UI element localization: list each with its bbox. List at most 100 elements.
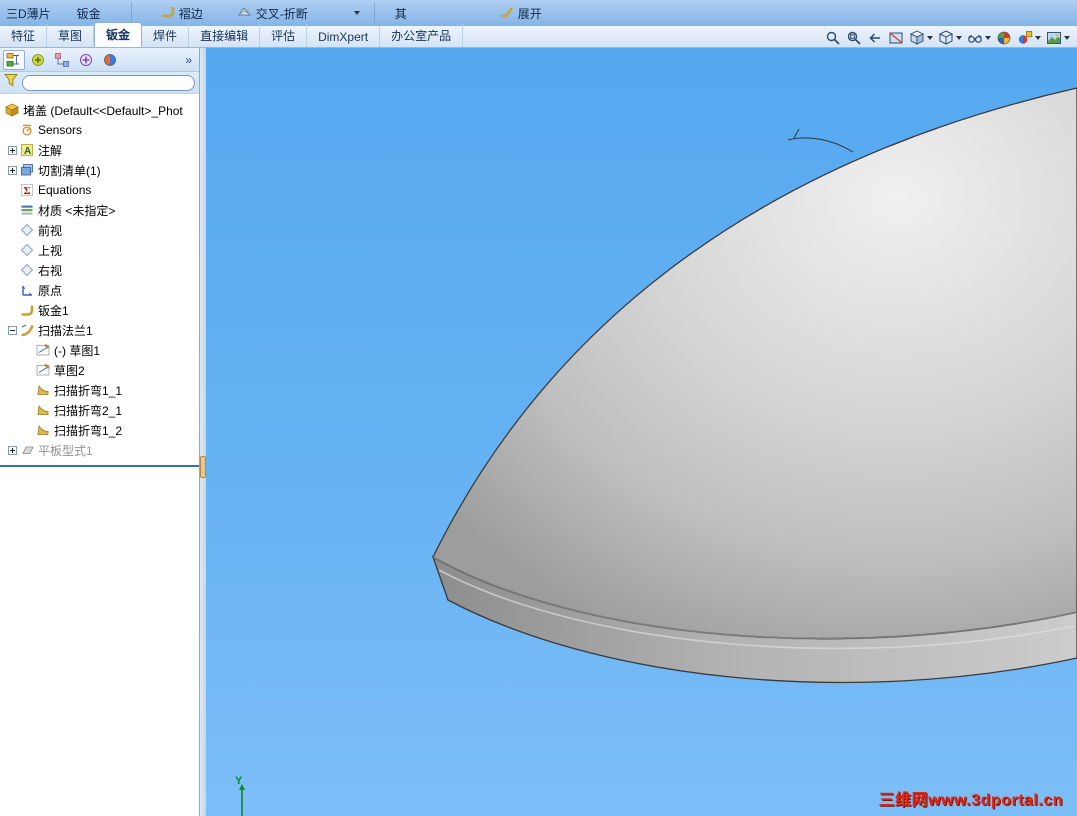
rollback-bar[interactable] (0, 465, 199, 467)
command-tab-bar: 特征 草图 钣金 焊件 直接编辑 评估 DimXpert 办公室产品 (0, 22, 1077, 48)
feature-tree: 堵盖 (Default<<Default>_Phot Sensors A 注解 … (0, 94, 199, 467)
annotations-icon: A (19, 143, 35, 158)
previous-view-icon[interactable] (866, 29, 884, 47)
ribbon-item-hem[interactable]: 褶边 (160, 4, 203, 22)
displaymanager-tab[interactable] (99, 50, 121, 70)
plane-icon (19, 263, 35, 278)
dropdown-caret-icon[interactable] (1035, 36, 1041, 40)
tab-features[interactable]: 特征 (0, 24, 48, 47)
tree-item-swept-flange1[interactable]: 扫描法兰1 (0, 320, 199, 340)
watermark-text: 三维网www.3dportal.cn (878, 792, 1063, 809)
flat-pattern-icon (19, 443, 35, 458)
tree-item-material[interactable]: 材质 <未指定> (0, 200, 199, 220)
tree-item-flat-pattern1[interactable]: 平板型式1 (0, 440, 199, 460)
surface-sketch-line (787, 128, 854, 153)
zoom-to-area-icon[interactable] (845, 29, 863, 47)
sketch-icon (35, 343, 51, 358)
swept-bend-icon (35, 383, 51, 398)
filter-funnel-icon (4, 73, 18, 92)
configurationmanager-tab[interactable] (51, 50, 73, 70)
plane-icon (19, 243, 35, 258)
tab-sketch[interactable]: 草图 (47, 24, 95, 47)
tree-item-sketch2[interactable]: 草图2 (0, 360, 199, 380)
panel-tab-overflow[interactable]: » (181, 53, 196, 67)
dropdown-caret-icon[interactable] (956, 36, 962, 40)
tree-item-right-plane[interactable]: 右视 (0, 260, 199, 280)
ribbon-strip: 三D薄片 钣金 褶边 交叉-折断 其 展开 (0, 0, 1077, 26)
expand-icon[interactable] (8, 445, 17, 455)
tab-sheet-metal[interactable]: 钣金 (94, 22, 143, 47)
ribbon-item-3d-sheet[interactable]: 三D薄片 (6, 5, 51, 22)
tree-item-part-root[interactable]: 堵盖 (Default<<Default>_Phot (0, 100, 199, 120)
ribbon-item-cross-break[interactable]: 交叉-折断 (237, 4, 308, 22)
expand-icon[interactable] (8, 145, 17, 155)
tab-evaluate[interactable]: 评估 (260, 24, 308, 47)
tree-item-sensors[interactable]: Sensors (0, 120, 199, 140)
tree-item-front-plane[interactable]: 前视 (0, 220, 199, 240)
apply-scene-icon[interactable] (1045, 29, 1071, 47)
tree-item-cut-list[interactable]: 切割清单(1) (0, 160, 199, 180)
dimxpertmanager-tab[interactable] (75, 50, 97, 70)
tree-item-swept-bend2-1[interactable]: 扫描折弯2_1 (0, 400, 199, 420)
edit-appearance-icon[interactable] (1016, 29, 1042, 47)
panel-tab-bar: » (0, 48, 199, 72)
tab-dimxpert[interactable]: DimXpert (307, 27, 381, 47)
tree-item-sheet-metal1[interactable]: 钣金1 (0, 300, 199, 320)
tree-item-swept-bend1-1[interactable]: 扫描折弯1_1 (0, 380, 199, 400)
cut-list-icon (19, 163, 35, 178)
display-style-icon[interactable] (937, 29, 963, 47)
ribbon-dropdown-caret-icon[interactable] (353, 11, 360, 15)
dropdown-caret-icon[interactable] (985, 36, 991, 40)
tree-item-label: 前视 (38, 223, 63, 238)
tree-item-label: (-) 草图1 (54, 343, 100, 358)
appearances-icon[interactable] (995, 29, 1013, 47)
swept-flange-icon (19, 323, 35, 338)
tree-item-top-plane[interactable]: 上视 (0, 240, 199, 260)
model-dome (432, 87, 1077, 640)
ribbon-item-other[interactable]: 其 (395, 5, 407, 22)
tree-item-label: 扫描折弯1_2 (54, 423, 123, 438)
tree-item-equations[interactable]: Σ Equations (0, 180, 199, 200)
featuremanager-tab[interactable] (3, 49, 25, 70)
tree-item-label: 草图2 (54, 363, 85, 378)
ribbon-separator (130, 3, 132, 23)
view-orientation-icon[interactable] (908, 29, 934, 47)
tree-item-annotations[interactable]: A 注解 (0, 140, 199, 160)
part-icon (4, 103, 20, 118)
tree-filter-input[interactable] (22, 74, 195, 91)
tab-direct-editing[interactable]: 直接编辑 (189, 24, 261, 47)
swept-bend-icon (35, 403, 51, 418)
tab-office-products[interactable]: 办公室产品 (380, 24, 464, 47)
tree-item-swept-bend1-2[interactable]: 扫描折弯1_2 (0, 420, 199, 440)
ribbon-item-label: 其 (394, 6, 407, 21)
orientation-triad: Y (235, 775, 245, 816)
tree-item-sketch1[interactable]: (-) 草图1 (0, 340, 199, 360)
zoom-to-fit-icon[interactable] (824, 29, 842, 47)
dropdown-caret-icon[interactable] (1064, 36, 1070, 40)
ribbon-item-unfold[interactable]: 展开 (499, 4, 542, 22)
ribbon-item-label: 交叉-折断 (255, 6, 308, 21)
3d-viewport[interactable]: Y 三维网www.3dportal.cn (206, 48, 1077, 816)
tab-weldments[interactable]: 焊件 (142, 24, 190, 47)
tree-item-label: 堵盖 (Default<<Default>_Phot (23, 103, 183, 118)
collapse-icon[interactable] (8, 325, 17, 335)
dropdown-caret-icon[interactable] (927, 36, 933, 40)
sheet-metal-icon (19, 303, 35, 318)
propertymanager-tab[interactable] (27, 50, 49, 70)
tree-filter-row (0, 72, 199, 94)
hem-icon (160, 4, 175, 22)
section-view-icon[interactable] (887, 29, 905, 47)
ribbon-item-label: 钣金 (76, 6, 101, 21)
hide-show-items-icon[interactable] (966, 29, 992, 47)
tree-item-label: Sensors (38, 123, 83, 137)
tree-item-label: 原点 (38, 283, 63, 298)
tree-item-origin[interactable]: 原点 (0, 280, 199, 300)
material-icon (19, 203, 35, 218)
tree-item-label: 注解 (38, 143, 63, 158)
tree-item-label: 右视 (38, 263, 63, 278)
expand-icon[interactable] (8, 165, 17, 175)
ribbon-item-sheetmetal[interactable]: 钣金 (77, 5, 101, 22)
tree-item-label: 切割清单(1) (38, 163, 101, 178)
tree-item-label: 材质 <未指定> (38, 203, 116, 218)
triad-y-label: Y (235, 775, 243, 787)
